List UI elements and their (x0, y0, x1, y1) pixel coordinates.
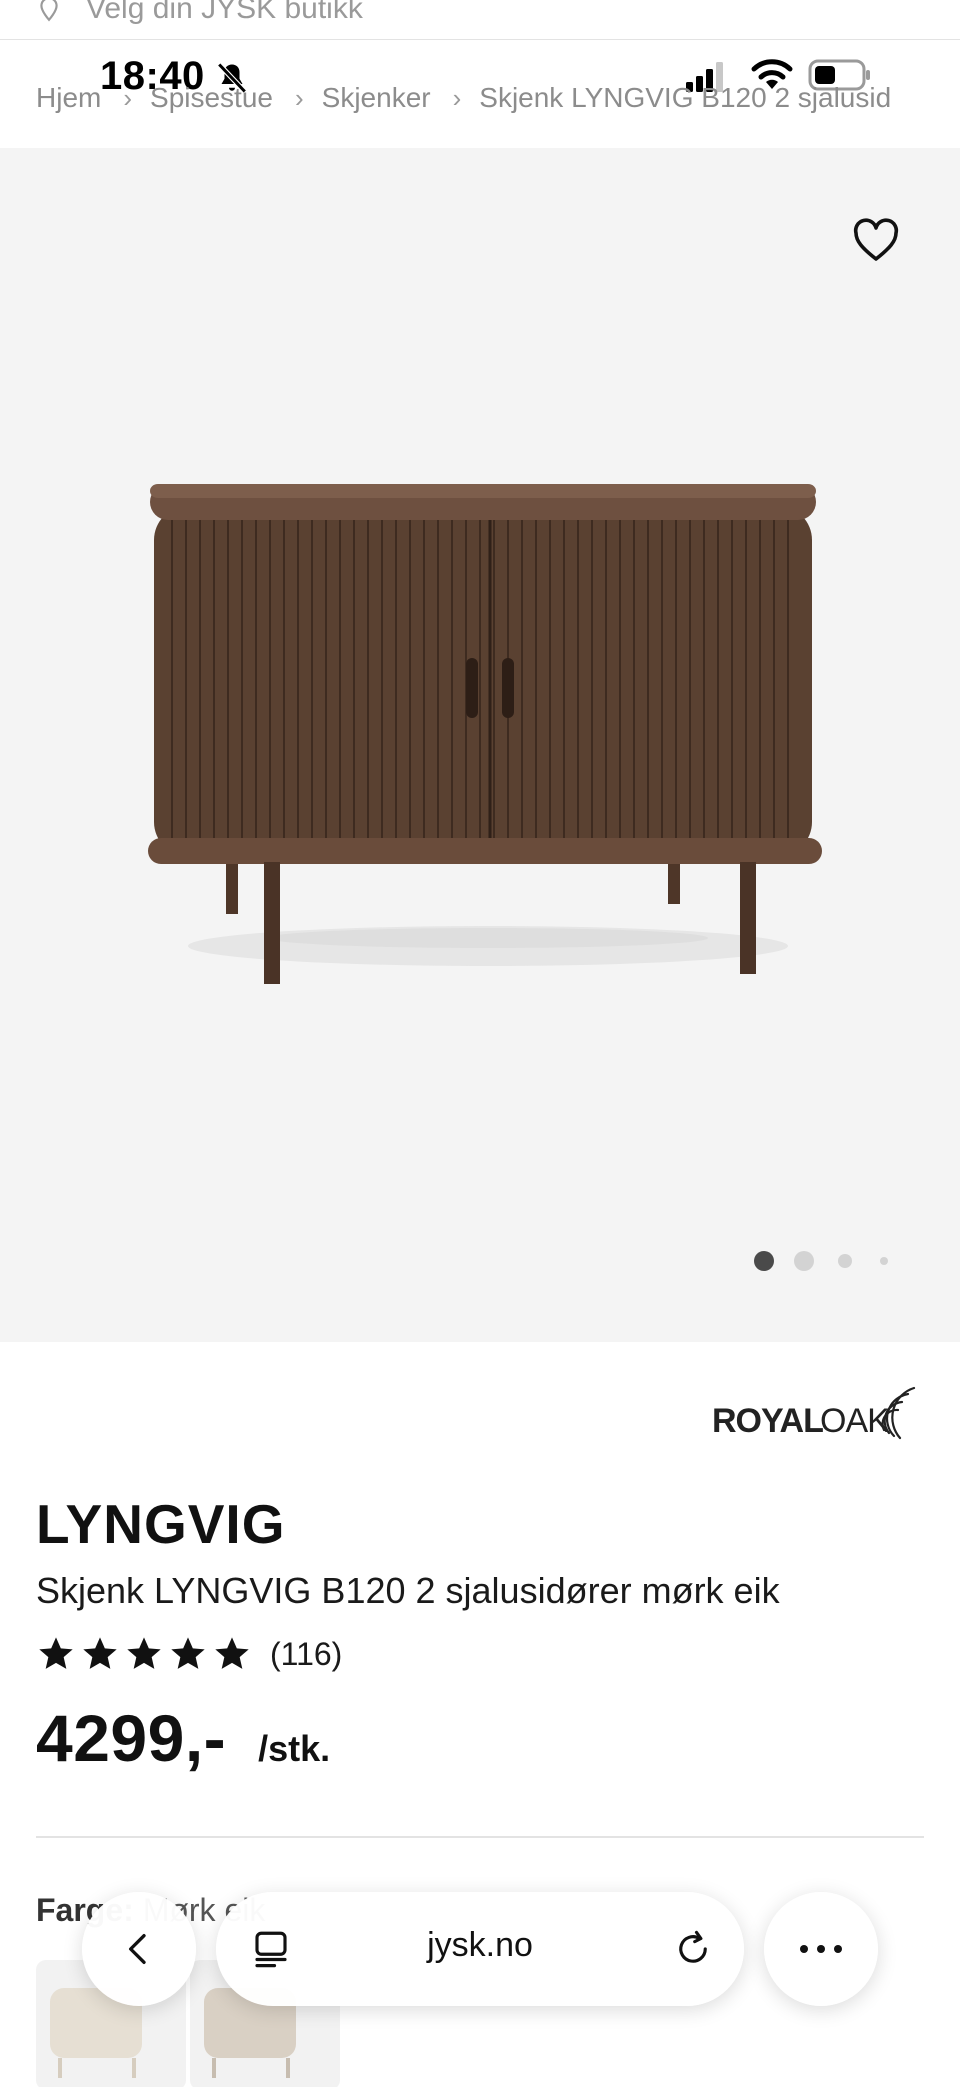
reload-icon[interactable] (672, 1928, 714, 1970)
more-options-button[interactable] (764, 1892, 878, 2006)
more-dots-icon (800, 1945, 842, 1953)
location-pin-icon (40, 0, 58, 21)
address-bar-url[interactable]: jysk.no (216, 1926, 744, 1965)
breadcrumb: Hjem › Spisestue › Skjenker › Skjenk LYN… (36, 78, 891, 118)
breadcrumb-home[interactable]: Hjem (36, 82, 101, 114)
address-bar[interactable]: jysk.no (216, 1892, 744, 2006)
price-unit: /stk. (258, 1728, 331, 1769)
store-selector-label: Velg din JYSK butikk (86, 0, 363, 25)
breadcrumb-sideboards[interactable]: Skjenker (322, 82, 431, 114)
pagination-dot[interactable] (880, 1257, 888, 1265)
svg-text:OAK: OAK (820, 1402, 890, 1440)
page: Velg din JYSK butikk 18:40 Hjem › Spises… (0, 0, 960, 2087)
pagination-dot[interactable] (794, 1251, 814, 1271)
store-selector[interactable]: Velg din JYSK butikk (0, 0, 960, 40)
price-row: 4299,- /stk. (36, 1700, 330, 1776)
pagination-dot-active[interactable] (754, 1251, 774, 1271)
product-image-gallery[interactable] (0, 148, 960, 1342)
brand-logo[interactable]: ROYAL OAK (712, 1380, 924, 1444)
chevron-right-icon: › (294, 82, 304, 113)
gallery-pagination (754, 1250, 908, 1272)
star-icon (215, 1637, 249, 1669)
product-title: LYNGVIG (36, 1493, 286, 1555)
star-icon (127, 1637, 161, 1669)
chevron-right-icon: › (123, 82, 133, 113)
pagination-dot[interactable] (838, 1254, 852, 1268)
svg-text:ROYAL: ROYAL (712, 1402, 823, 1440)
review-count[interactable]: (116) (270, 1636, 342, 1673)
product-price: 4299,- (36, 1701, 227, 1775)
star-icon (83, 1637, 117, 1669)
heart-icon[interactable] (852, 218, 900, 262)
chevron-left-icon (129, 1934, 146, 1964)
breadcrumb-dining-room[interactable]: Spisestue (150, 82, 273, 114)
product-rating[interactable]: (116) (36, 1632, 342, 1676)
star-icon (171, 1637, 205, 1669)
star-icon (39, 1637, 73, 1669)
chevron-right-icon: › (452, 82, 462, 113)
product-subtitle: Skjenk LYNGVIG B120 2 sjalusidører mørk … (36, 1570, 780, 1611)
back-button[interactable] (82, 1892, 196, 2006)
breadcrumb-current[interactable]: Skjenk LYNGVIG B120 2 sjalusid (479, 82, 891, 114)
divider (36, 1836, 924, 1838)
rating-stars (36, 1634, 256, 1674)
product-image (148, 484, 822, 984)
